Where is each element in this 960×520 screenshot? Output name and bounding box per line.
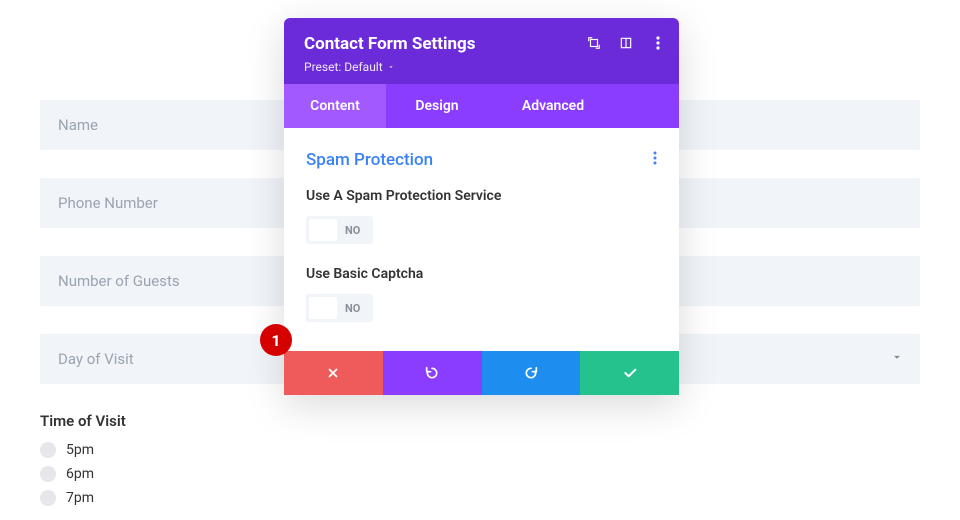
basic-captcha-label: Use Basic Captcha: [306, 266, 506, 282]
modal-header: Contact Form Settings Preset: Default: [284, 18, 679, 84]
kebab-icon[interactable]: [651, 36, 665, 50]
time-of-visit-label: Time of Visit: [40, 412, 920, 430]
toggle-value: NO: [337, 224, 370, 237]
time-option[interactable]: 5pm: [40, 442, 920, 458]
undo-button[interactable]: [383, 351, 482, 395]
snap-icon[interactable]: [619, 36, 633, 50]
spam-service-toggle[interactable]: NO: [306, 216, 373, 244]
caret-down-icon: [387, 63, 395, 71]
time-option[interactable]: 6pm: [40, 466, 920, 482]
redo-icon: [523, 365, 539, 381]
time-option-label: 7pm: [66, 490, 94, 506]
basic-captcha-toggle[interactable]: NO: [306, 294, 373, 322]
preset-selector[interactable]: Preset: Default: [304, 60, 659, 74]
radio-icon: [40, 466, 56, 482]
save-button[interactable]: [580, 351, 679, 395]
day-select-label: Day of Visit: [58, 350, 134, 368]
radio-icon: [40, 442, 56, 458]
undo-icon: [424, 365, 440, 381]
preset-label: Preset: Default: [304, 60, 383, 74]
time-option-label: 6pm: [66, 466, 94, 482]
time-option-label: 5pm: [66, 442, 94, 458]
section-title[interactable]: Spam Protection: [306, 150, 433, 170]
tab-content[interactable]: Content: [284, 84, 386, 128]
settings-modal: Contact Form Settings Preset: Default Co…: [284, 18, 679, 395]
header-actions: [587, 36, 665, 50]
cancel-button[interactable]: [284, 351, 383, 395]
modal-footer: [284, 351, 679, 395]
redo-button[interactable]: [482, 351, 581, 395]
close-icon: [326, 366, 340, 380]
toggle-knob: [309, 297, 337, 319]
time-option[interactable]: 7pm: [40, 490, 920, 506]
section-menu-icon[interactable]: [653, 151, 657, 169]
toggle-value: NO: [337, 302, 370, 315]
chevron-down-icon: [890, 350, 904, 368]
spam-service-label: Use A Spam Protection Service: [306, 188, 506, 204]
tabs: Content Design Advanced: [284, 84, 679, 128]
section-header: Spam Protection: [306, 150, 657, 170]
radio-icon: [40, 490, 56, 506]
toggle-knob: [309, 219, 337, 241]
annotation-badge: 1: [260, 324, 292, 356]
expand-icon[interactable]: [587, 36, 601, 50]
tab-design[interactable]: Design: [386, 84, 488, 128]
panel-content: Spam Protection Use A Spam Protection Se…: [284, 128, 679, 351]
check-icon: [622, 365, 638, 381]
tab-advanced[interactable]: Advanced: [488, 84, 618, 128]
